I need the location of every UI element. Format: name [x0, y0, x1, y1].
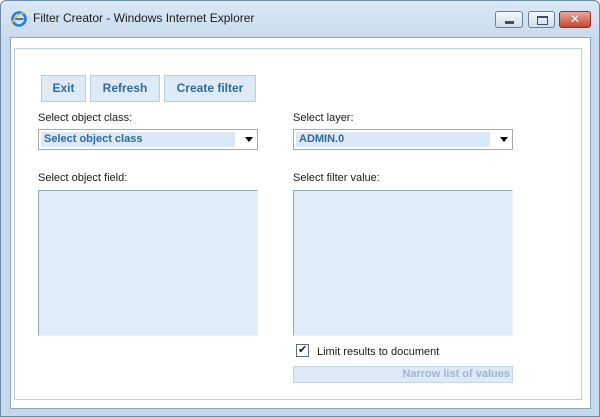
maximize-icon	[537, 16, 548, 25]
minimize-icon	[505, 21, 514, 24]
layer-select[interactable]: ADMIN.0	[293, 129, 513, 150]
close-icon: ✕	[569, 12, 581, 26]
browser-window: Filter Creator - Windows Internet Explor…	[0, 0, 600, 417]
filter-value-label: Select filter value:	[293, 172, 380, 184]
client-area: Exit Refresh Create filter Select object…	[10, 37, 591, 409]
layer-value: ADMIN.0	[296, 132, 490, 147]
limit-results-checkbox[interactable]: ✔	[296, 343, 309, 357]
filter-value-listbox[interactable]	[293, 190, 513, 336]
chevron-down-icon	[500, 137, 508, 142]
ie-logo-icon	[11, 11, 27, 27]
chevron-down-icon	[245, 137, 253, 142]
title-bar[interactable]: Filter Creator - Windows Internet Explor…	[1, 1, 599, 37]
close-button[interactable]: ✕	[559, 11, 591, 28]
minimize-button[interactable]	[495, 11, 523, 28]
object-class-select[interactable]: Select object class	[38, 129, 258, 150]
limit-results-label: Limit results to document	[317, 346, 440, 358]
object-class-label: Select object class:	[38, 112, 133, 124]
object-class-value: Select object class	[41, 132, 235, 147]
layer-label: Select layer:	[293, 112, 354, 124]
create-filter-button[interactable]: Create filter	[164, 75, 256, 102]
maximize-button[interactable]	[528, 11, 555, 28]
object-field-listbox[interactable]	[38, 190, 258, 336]
exit-button[interactable]: Exit	[41, 75, 86, 102]
refresh-button[interactable]: Refresh	[90, 75, 160, 102]
narrow-list-button[interactable]: Narrow list of values	[293, 366, 513, 383]
checkmark-icon: ✔	[298, 343, 308, 356]
object-field-label: Select object field:	[38, 172, 128, 184]
window-title: Filter Creator - Windows Internet Explor…	[33, 11, 255, 25]
filter-panel: Exit Refresh Create filter Select object…	[14, 48, 582, 400]
